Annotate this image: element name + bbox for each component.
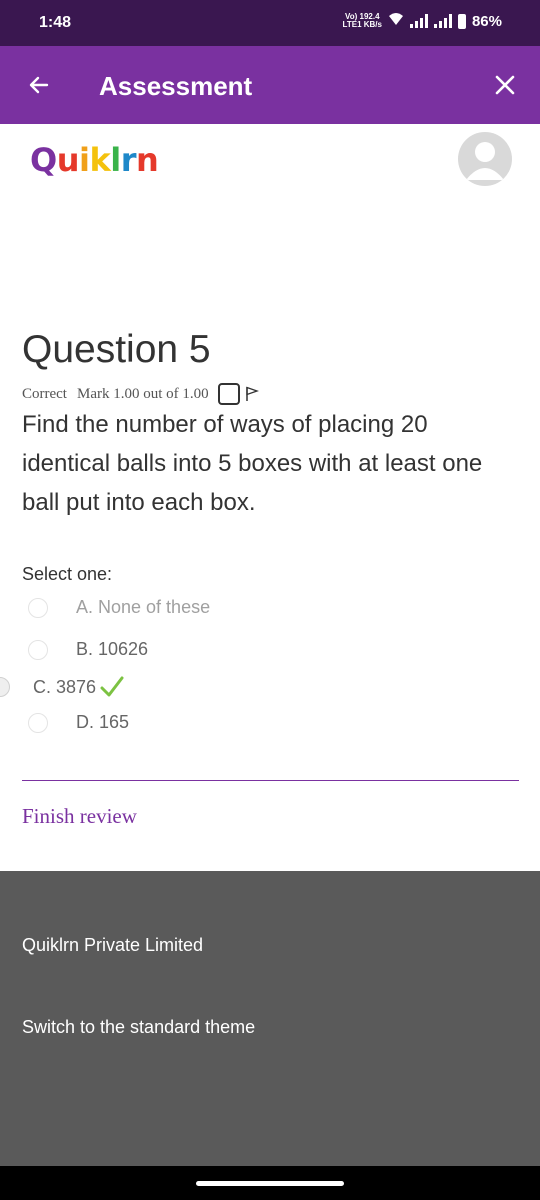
question-grade: Mark 1.00 out of 1.00: [76, 385, 209, 402]
answer-option-a[interactable]: A. None of these: [28, 597, 210, 618]
footer: Quiklrn Private Limited Switch to the st…: [0, 871, 540, 1166]
finish-review-link[interactable]: Finish review: [22, 804, 137, 829]
home-indicator[interactable]: [196, 1181, 344, 1186]
switch-theme-link[interactable]: Switch to the standard theme: [22, 1017, 255, 1038]
question-state: Correct: [22, 385, 67, 402]
logo-letter: u: [56, 141, 80, 179]
radio-button-selected[interactable]: [0, 677, 10, 697]
signal-icon: [409, 14, 428, 28]
status-time: 1:48: [39, 14, 72, 31]
answer-label: C. 3876: [33, 676, 97, 697]
flag-icon[interactable]: [245, 386, 259, 402]
checkmark-icon: [100, 676, 124, 697]
network-speed-bottom: LTE1 KB/s: [342, 20, 382, 29]
answer-label: A. None of these: [76, 597, 211, 617]
user-avatar-icon[interactable]: [458, 132, 512, 186]
arrow-left-icon: [29, 76, 49, 94]
footer-company: Quiklrn Private Limited: [22, 935, 204, 955]
logo-letter: n: [135, 141, 159, 179]
logo-letter: l: [110, 141, 121, 179]
signal-icon: [433, 14, 452, 28]
close-icon: [495, 75, 515, 95]
select-one-prompt: Select one:: [22, 564, 113, 584]
status-indicators: Vo) 192.4 LTE1 KB/s 86%: [343, 12, 502, 30]
page-title: Assessment: [99, 71, 253, 101]
system-nav-bar: [0, 1166, 540, 1200]
divider: [22, 780, 519, 781]
battery-icon: [457, 13, 466, 29]
logo-letter: Q: [30, 141, 57, 179]
radio-button[interactable]: [28, 712, 48, 733]
answer-label: B. 10626: [76, 639, 149, 659]
close-button[interactable]: [488, 68, 522, 102]
logo-letter: r: [120, 141, 137, 179]
battery-level: 86%: [471, 12, 502, 30]
app-bar: Assessment: [0, 46, 540, 124]
back-button[interactable]: [22, 68, 56, 102]
quiklrn-logo[interactable]: Quiklrn: [30, 141, 159, 179]
status-bar: 1:48 Vo) 192.4 LTE1 KB/s 86%: [0, 0, 540, 46]
answer-option-b[interactable]: B. 10626: [28, 639, 148, 660]
answer-option-d[interactable]: D. 165: [28, 712, 129, 733]
radio-button[interactable]: [28, 639, 48, 660]
question-title: Question 5: [22, 328, 211, 371]
logo-letter: k: [89, 141, 111, 179]
answer-option-c[interactable]: C. 3876: [0, 676, 124, 698]
network-speed: Vo) 192.4 LTE1 KB/s: [343, 13, 382, 29]
wifi-icon: [388, 12, 404, 30]
answer-label: D. 165: [76, 712, 130, 732]
logo-letter: i: [78, 141, 90, 179]
question-info: Correct Mark 1.00 out of 1.00: [22, 383, 259, 405]
question-text: Find the number of ways of placing 20 id…: [22, 411, 483, 516]
flag-question-checkbox[interactable]: [217, 383, 240, 405]
radio-button[interactable]: [28, 597, 48, 618]
